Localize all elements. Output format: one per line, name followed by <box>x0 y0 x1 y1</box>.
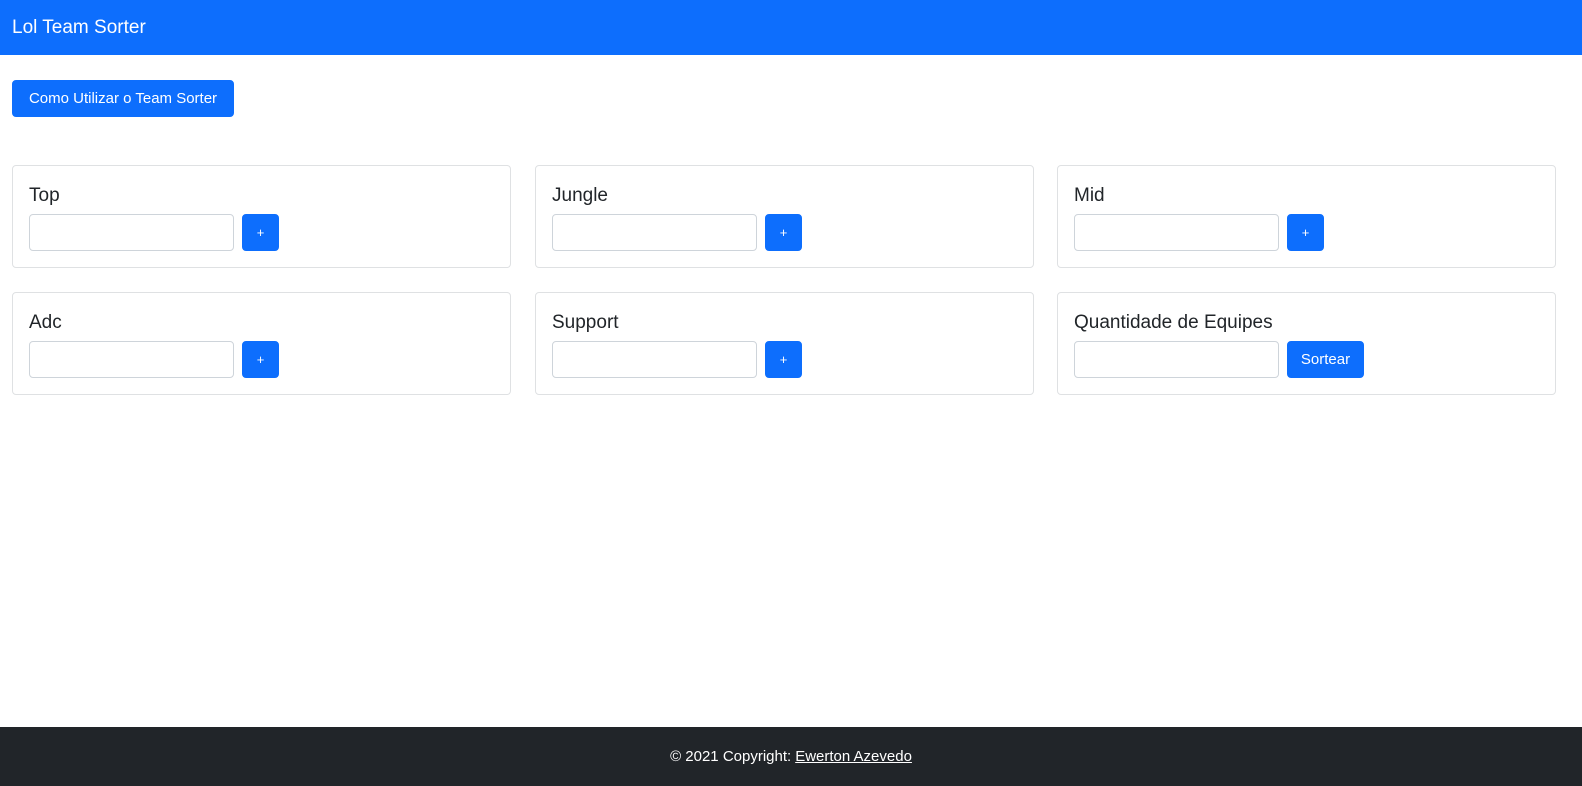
team-count-title: Quantidade de Equipes <box>1074 312 1273 333</box>
jungle-player-input[interactable] <box>552 214 757 251</box>
mid-player-input[interactable] <box>1074 214 1279 251</box>
jungle-title: Jungle <box>552 185 608 206</box>
support-player-input[interactable] <box>552 341 757 378</box>
mid-title: Mid <box>1074 185 1105 206</box>
author-link[interactable]: Ewerton Azevedo <box>795 748 912 765</box>
copyright-text: © 2021 Copyright: <box>670 748 792 765</box>
adc-title: Adc <box>29 312 62 333</box>
navbar: Lol Team Sorter <box>0 0 1582 55</box>
top-title: Top <box>29 185 60 206</box>
mid-card: Mid + <box>1057 165 1556 268</box>
sort-button[interactable]: Sortear <box>1287 341 1364 378</box>
team-count-card: Quantidade de Equipes Sortear <box>1057 292 1556 395</box>
support-title: Support <box>552 312 619 333</box>
navbar-brand[interactable]: Lol Team Sorter <box>12 17 146 39</box>
add-jungle-button[interactable]: + <box>765 214 802 251</box>
add-top-button[interactable]: + <box>242 214 279 251</box>
add-adc-button[interactable]: + <box>242 341 279 378</box>
top-card: Top + <box>12 165 511 268</box>
footer: © 2021 Copyright: Ewerton Azevedo <box>0 727 1582 786</box>
adc-card: Adc + <box>12 292 511 395</box>
team-count-input[interactable] <box>1074 341 1279 378</box>
adc-player-input[interactable] <box>29 341 234 378</box>
add-support-button[interactable]: + <box>765 341 802 378</box>
support-card: Support + <box>535 292 1034 395</box>
how-to-use-button[interactable]: Como Utilizar o Team Sorter <box>12 80 234 117</box>
add-mid-button[interactable]: + <box>1287 214 1324 251</box>
jungle-card: Jungle + <box>535 165 1034 268</box>
top-player-input[interactable] <box>29 214 234 251</box>
